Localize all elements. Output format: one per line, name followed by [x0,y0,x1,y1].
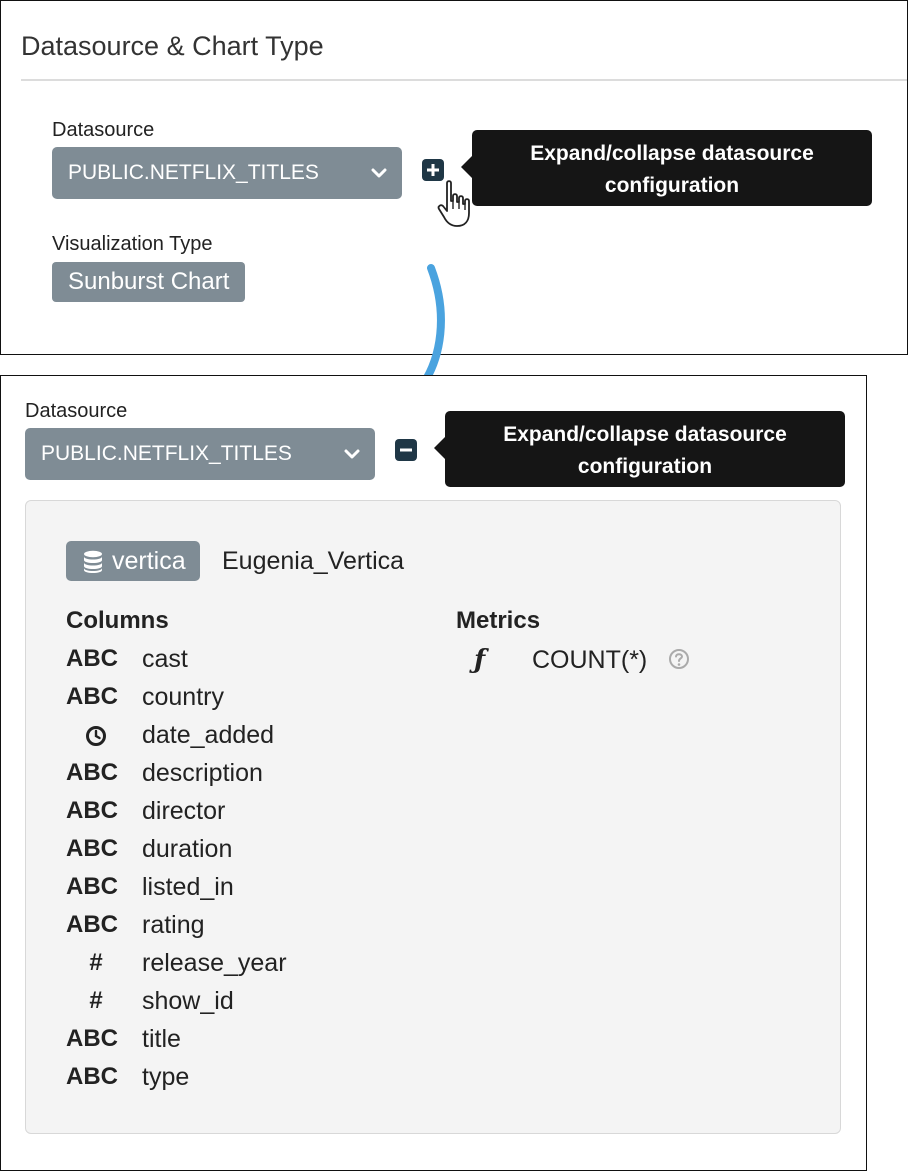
clock-icon [66,721,126,754]
minus-square-icon [400,448,412,452]
metric-name: COUNT(*) [532,646,648,674]
column-item: # release_year [66,945,366,983]
column-name: director [142,797,226,825]
datasource-type-label: vertica [112,547,186,575]
column-item: date_added [66,717,366,755]
question-circle-icon[interactable] [668,648,690,670]
column-name: duration [142,835,233,863]
column-type-tag: # [89,949,103,976]
column-type-tag: ABC [66,797,118,824]
column-name: description [142,759,263,787]
column-name: show_id [142,987,234,1015]
datasource-label: Datasource [52,119,155,141]
column-item: ABC director [66,793,366,831]
column-item: ABC cast [66,641,366,679]
datasource-select-value: PUBLIC.NETFLIX_TITLES [68,161,319,184]
column-name: release_year [142,949,287,977]
section-title: Datasource & Chart Type [21,31,324,61]
column-item: ABC title [66,1021,366,1059]
tooltip-text: Expand/collapse datasource configuration [503,423,787,478]
column-name: country [142,683,224,711]
datasource-select[interactable]: PUBLIC.NETFLIX_TITLES [25,428,375,480]
datasource-select[interactable]: PUBLIC.NETFLIX_TITLES [52,147,402,199]
column-name: type [142,1063,190,1091]
column-type-tag: # [89,987,103,1014]
column-name: rating [142,911,205,939]
metric-row: ƒ COUNT(*) [456,645,836,677]
column-type-tag: ABC [66,759,118,786]
column-type-tag: ABC [66,1025,118,1052]
column-type-tag: ABC [66,911,118,938]
column-name: date_added [142,721,275,749]
column-item: ABC rating [66,907,366,945]
column-item: ABC duration [66,831,366,869]
tooltip-arrow [461,156,472,178]
database-icon [84,550,102,573]
collapse-datasource-toggle[interactable] [395,439,417,461]
tooltip: Expand/collapse datasource configuration [461,130,872,206]
column-type-tag: ABC [66,1063,118,1090]
columns-list: ABC cast ABC country date_added ABC descriptio… [66,641,366,1097]
datasource-label: Datasource [25,400,128,422]
column-type-tag: ABC [66,683,118,710]
datasource-select-value: PUBLIC.NETFLIX_TITLES [41,442,292,465]
column-item: ABC type [66,1059,366,1097]
chevron-down-icon [371,168,387,178]
visualization-type-select[interactable]: Sunburst Chart [52,262,246,302]
expand-datasource-toggle[interactable] [422,159,444,181]
tooltip-text: Expand/collapse datasource configuration [530,142,814,197]
column-item: # show_id [66,983,366,1021]
column-type-tag: ABC [66,835,118,862]
function-icon: ƒ [474,645,486,675]
column-name: listed_in [142,873,234,901]
hand-pointer-cursor-icon [437,180,470,227]
visualization-type-label: Visualization Type [52,233,213,255]
column-type-tag: ABC [66,645,118,672]
datasource-config-box: vertica Eugenia_Vertica Columns Metrics … [25,500,841,1134]
column-name: title [142,1025,181,1053]
metrics-heading: Metrics [456,607,541,634]
columns-heading: Columns [66,607,169,634]
tooltip-arrow [434,437,445,459]
column-item: ABC listed_in [66,869,366,907]
datasource-name: Eugenia_Vertica [222,547,405,575]
section-divider [21,79,907,81]
plus-square-icon [427,164,439,176]
column-name: cast [142,645,188,673]
datasource-type-badge: vertica [66,541,200,581]
column-type-tag: ABC [66,873,118,900]
tooltip: Expand/collapse datasource configuration [434,411,845,487]
column-item: ABC description [66,755,366,793]
datasource-expanded-panel: Datasource PUBLIC.NETFLIX_TITLES Expand/… [0,375,867,1171]
chevron-down-icon [344,449,360,459]
column-item: ABC country [66,679,366,717]
